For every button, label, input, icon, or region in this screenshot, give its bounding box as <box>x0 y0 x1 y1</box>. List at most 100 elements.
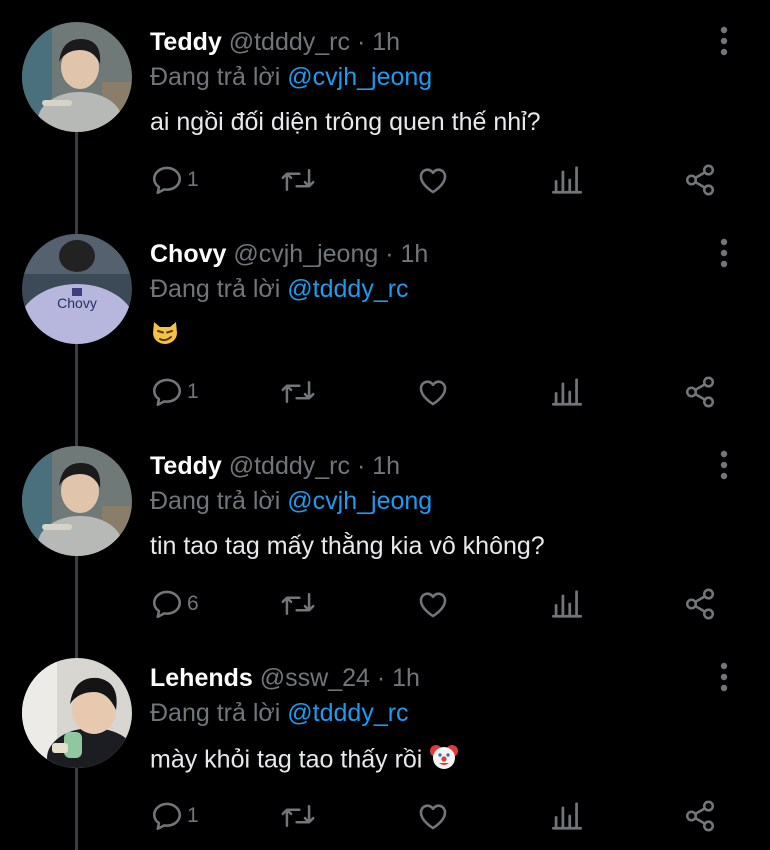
tweet-actions: 1 <box>150 798 730 838</box>
separator-dot: · <box>385 240 394 268</box>
replying-to: Đang trả lời @tdddy_rc <box>150 698 409 728</box>
tweet[interactable]: Teddy @tdddy_rc · 1h Đang trả lời @cvjh_… <box>0 0 770 212</box>
author-handle[interactable]: @tdddy_rc <box>229 28 350 56</box>
reply-icon <box>150 587 184 621</box>
reply-count: 1 <box>187 804 199 827</box>
avatar[interactable] <box>22 658 132 768</box>
analytics-button[interactable] <box>552 798 582 834</box>
analytics-icon <box>552 375 582 409</box>
like-button[interactable] <box>416 374 450 410</box>
replying-to: Đang trả lời @tdddy_rc <box>150 274 409 304</box>
smirking-cat-emoji <box>150 318 180 356</box>
avatar[interactable] <box>22 446 132 556</box>
tweet-text: ai ngồi đối diện trông quen thế nhỉ? <box>150 108 541 136</box>
share-button[interactable] <box>683 586 717 622</box>
tweet-actions: 1 <box>150 374 730 414</box>
author-name[interactable]: Lehends <box>150 664 253 692</box>
tweet[interactable]: Teddy @tdddy_rc · 1h Đang trả lời @cvjh_… <box>0 424 770 636</box>
timestamp[interactable]: 1h <box>372 28 400 56</box>
more-options-icon[interactable] <box>712 24 736 58</box>
tweet[interactable]: Lehends @ssw_24 · 1h Đang trả lời @tdddy… <box>0 636 770 848</box>
like-icon <box>416 163 450 197</box>
reply-count: 1 <box>187 168 199 191</box>
separator-dot: · <box>376 664 386 692</box>
like-icon <box>416 799 450 833</box>
share-icon <box>683 799 717 833</box>
retweet-button[interactable] <box>280 374 316 410</box>
separator-dot: · <box>356 28 366 56</box>
retweet-icon <box>280 799 316 833</box>
retweet-button[interactable] <box>280 798 316 834</box>
reply-icon <box>150 163 184 197</box>
replying-to-label: Đang trả lời <box>150 63 281 91</box>
avatar[interactable]: Chovy <box>22 234 132 344</box>
like-button[interactable] <box>416 798 450 834</box>
more-options-icon[interactable] <box>712 448 736 482</box>
author-name[interactable]: Teddy <box>150 28 222 56</box>
replying-to-label: Đang trả lời <box>150 275 281 303</box>
retweet-icon <box>280 375 316 409</box>
like-button[interactable] <box>416 586 450 622</box>
retweet-icon <box>280 587 316 621</box>
analytics-button[interactable] <box>552 586 582 622</box>
share-button[interactable] <box>683 798 717 834</box>
author-handle[interactable]: @ssw_24 <box>260 664 370 692</box>
tweet-header: Chovy @cvjh_jeong · 1h <box>150 239 428 269</box>
retweet-icon <box>280 163 316 197</box>
tweet-text: tin tao tag mấy thằng kia vô không? <box>150 532 545 560</box>
replying-to: Đang trả lời @cvjh_jeong <box>150 62 432 92</box>
avatar[interactable] <box>22 22 132 132</box>
tweet-header: Lehends @ssw_24 · 1h <box>150 663 420 693</box>
replying-to-label: Đang trả lời <box>150 699 281 727</box>
retweet-button[interactable] <box>280 162 316 198</box>
like-icon <box>416 375 450 409</box>
author-handle[interactable]: @tdddy_rc <box>229 452 350 480</box>
author-name[interactable]: Chovy <box>150 240 226 268</box>
share-button[interactable] <box>683 162 717 198</box>
analytics-icon <box>552 587 582 621</box>
avatar-shirt-text: Chovy <box>57 295 97 311</box>
tweet-header: Teddy @tdddy_rc · 1h <box>150 451 400 481</box>
tweet-text-content: mày khỏi tag tao thấy rồi <box>150 745 423 774</box>
tweet-actions: 1 <box>150 162 730 202</box>
tweet-actions: 6 <box>150 586 730 626</box>
analytics-button[interactable] <box>552 374 582 410</box>
timestamp[interactable]: 1h <box>372 452 400 480</box>
retweet-button[interactable] <box>280 586 316 622</box>
analytics-button[interactable] <box>552 162 582 198</box>
reply-icon <box>150 375 184 409</box>
analytics-icon <box>552 799 582 833</box>
mention-link[interactable]: @cvjh_jeong <box>287 63 432 91</box>
mention-link[interactable]: @tdddy_rc <box>287 699 408 727</box>
mention-link[interactable]: @cvjh_jeong <box>287 487 432 515</box>
author-name[interactable]: Teddy <box>150 452 222 480</box>
reply-button[interactable]: 1 <box>150 798 199 834</box>
like-button[interactable] <box>416 162 450 198</box>
replying-to: Đang trả lời @cvjh_jeong <box>150 486 432 516</box>
analytics-icon <box>552 163 582 197</box>
timestamp[interactable]: 1h <box>392 664 420 692</box>
author-handle[interactable]: @cvjh_jeong <box>233 240 378 268</box>
reply-button[interactable]: 1 <box>150 162 199 198</box>
timestamp[interactable]: 1h <box>401 240 429 268</box>
replying-to-label: Đang trả lời <box>150 487 281 515</box>
tweet-text: mày khỏi tag tao thấy rồi <box>150 742 459 780</box>
more-options-icon[interactable] <box>712 660 736 694</box>
share-icon <box>683 375 717 409</box>
tweet-header: Teddy @tdddy_rc · 1h <box>150 27 400 57</box>
reply-button[interactable]: 1 <box>150 374 199 410</box>
like-icon <box>416 587 450 621</box>
reply-count: 1 <box>187 380 199 403</box>
more-options-icon[interactable] <box>712 236 736 270</box>
reply-button[interactable]: 6 <box>150 586 199 622</box>
share-button[interactable] <box>683 374 717 410</box>
reply-icon <box>150 799 184 833</box>
share-icon <box>683 587 717 621</box>
mention-link[interactable]: @tdddy_rc <box>287 275 408 303</box>
share-icon <box>683 163 717 197</box>
separator-dot: · <box>356 452 366 480</box>
reply-count: 6 <box>187 592 199 615</box>
tweet[interactable]: Chovy Chovy @cvjh_jeong · 1h Đang trả lờ… <box>0 212 770 424</box>
tweet-text <box>150 318 180 356</box>
clown-face-emoji <box>429 742 459 780</box>
